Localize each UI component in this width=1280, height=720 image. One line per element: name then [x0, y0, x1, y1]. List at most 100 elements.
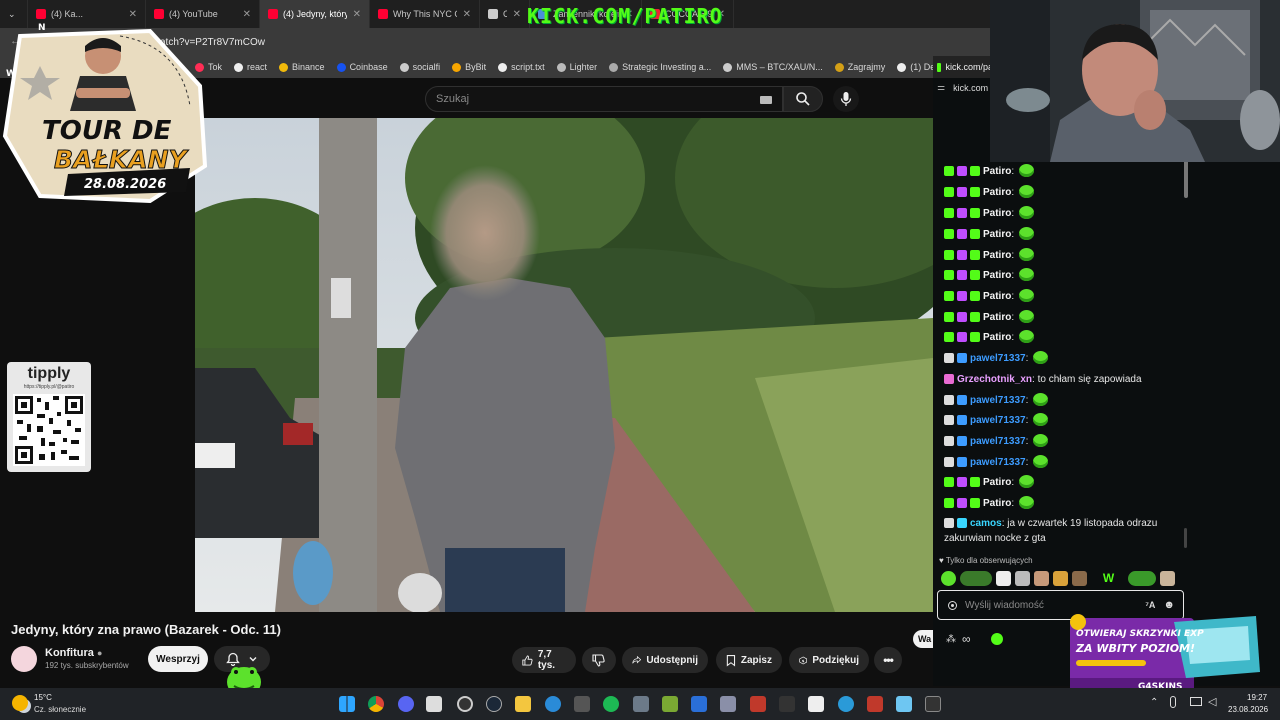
voice-search-button[interactable]	[833, 86, 859, 112]
share-button[interactable]: Udostępnij	[622, 647, 708, 673]
chat-username[interactable]: Patiro	[983, 166, 1011, 177]
emote[interactable]	[1072, 571, 1087, 586]
app-icon[interactable]	[750, 696, 766, 712]
chrome-icon[interactable]	[368, 696, 384, 712]
more-actions-button[interactable]: •••	[874, 647, 902, 673]
chat-message: Patiro:	[944, 268, 1182, 283]
dislike-button[interactable]	[582, 647, 616, 673]
bookmark-item[interactable]: Zagrajmy	[834, 62, 885, 72]
chat-username[interactable]: Patiro	[983, 250, 1011, 261]
bookmark-item[interactable]: react	[234, 62, 267, 72]
emote[interactable]	[941, 571, 956, 586]
chat-username[interactable]: Patiro	[983, 270, 1011, 281]
chat-username[interactable]: Patiro	[983, 312, 1011, 323]
video-player[interactable]	[195, 118, 933, 612]
support-button[interactable]: Wesprzyj	[148, 646, 208, 672]
kick-points-icon[interactable]	[990, 633, 1003, 645]
save-button[interactable]: Zapisz	[716, 647, 782, 673]
app-icon[interactable]	[662, 696, 678, 712]
search-icon	[796, 92, 810, 106]
bookmark-item[interactable]: Binance	[279, 62, 325, 72]
clock-time[interactable]: 19:27	[1247, 693, 1267, 702]
app-icon[interactable]	[633, 696, 649, 712]
filter-chip[interactable]: Wa	[913, 630, 935, 648]
chat-username[interactable]: Patiro	[983, 477, 1011, 488]
steam-icon[interactable]	[486, 696, 502, 712]
close-tab-icon[interactable]: ✕	[507, 9, 521, 20]
user-badges	[944, 208, 980, 218]
clock-date[interactable]: 23.08.2026	[1228, 705, 1268, 714]
emote[interactable]	[1160, 571, 1175, 586]
chat-username[interactable]: Patiro	[983, 187, 1011, 198]
edge-icon[interactable]	[545, 696, 561, 712]
search-button[interactable]	[783, 86, 823, 112]
close-tab-icon[interactable]: ✕	[237, 9, 251, 20]
chat-username[interactable]: Grzechotnik_xn	[957, 374, 1032, 385]
discord-icon[interactable]	[398, 696, 414, 712]
settings-icon[interactable]: ⁂	[946, 634, 956, 645]
chat-username[interactable]: Patiro	[983, 229, 1011, 240]
chat-username[interactable]: Patiro	[983, 332, 1011, 343]
bookmark-item[interactable]: Lighter	[556, 62, 597, 72]
chat-username[interactable]: camos	[970, 518, 1002, 529]
browser-tab[interactable]: CYBERLEE✕	[480, 0, 530, 28]
emote[interactable]	[1034, 571, 1049, 586]
keyboard-icon[interactable]	[760, 96, 772, 104]
chevron-up-icon[interactable]: ⌃	[1150, 697, 1158, 708]
browser-tab[interactable]: (4) Jedyny, który ✕	[260, 0, 370, 28]
emote[interactable]	[1128, 571, 1156, 586]
chat-username[interactable]: pawel71337	[970, 457, 1026, 468]
chat-username[interactable]: Patiro	[983, 498, 1011, 509]
close-tab-icon[interactable]: ✕	[347, 9, 361, 20]
chat-scrollbar-thumb[interactable]	[1184, 528, 1187, 548]
chat-username[interactable]: Patiro	[983, 291, 1011, 302]
chat-scrollbar[interactable]	[1184, 160, 1188, 198]
chat-username[interactable]: pawel71337	[970, 353, 1026, 364]
notepad-icon[interactable]	[896, 696, 912, 712]
emote[interactable]	[996, 571, 1011, 586]
chat-username[interactable]: pawel71337	[970, 436, 1026, 447]
terminal-icon[interactable]	[925, 696, 941, 712]
chat-username[interactable]: Patiro	[983, 208, 1011, 219]
thanks-button[interactable]: $ Podziękuj	[789, 647, 869, 673]
obs-icon[interactable]	[457, 696, 473, 712]
kick-tab[interactable]: kick.com/pa	[933, 56, 993, 78]
close-tab-icon[interactable]: ✕	[457, 9, 471, 20]
app-icon[interactable]	[574, 696, 590, 712]
spotify-icon[interactable]	[603, 696, 619, 712]
app-icon[interactable]	[808, 696, 824, 712]
chat-username[interactable]: pawel71337	[970, 395, 1026, 406]
channel-name[interactable]: Konfitura ●	[45, 647, 102, 659]
bookmark-item[interactable]: socialfi	[399, 62, 440, 72]
weather-icon[interactable]	[12, 695, 28, 711]
emote[interactable]	[1053, 571, 1068, 586]
infinity-icon[interactable]: ∞	[962, 632, 971, 646]
microphone-tray-icon[interactable]	[1170, 696, 1176, 708]
app-icon[interactable]	[838, 696, 854, 712]
bookmark-item[interactable]: MMS – BTC/XAU/N...	[723, 62, 823, 72]
browser-tab[interactable]: Why This NYC Cy✕	[370, 0, 480, 28]
volume-icon[interactable]: ◁	[1208, 695, 1216, 708]
app-icon[interactable]	[867, 696, 883, 712]
start-icon[interactable]	[339, 696, 355, 712]
chat-username[interactable]: pawel71337	[970, 415, 1026, 426]
folder-icon[interactable]	[515, 696, 531, 712]
app-icon[interactable]	[720, 696, 736, 712]
emote[interactable]	[1015, 571, 1030, 586]
app-icon[interactable]	[426, 696, 442, 712]
emote[interactable]	[960, 571, 992, 586]
translate-icon[interactable]: ⁷A	[1145, 600, 1155, 610]
network-icon[interactable]	[1190, 697, 1202, 706]
bookmark-item[interactable]: Strategic Investing a...	[609, 62, 711, 72]
channel-avatar[interactable]	[11, 646, 37, 672]
bookmark-item[interactable]: ByBit	[452, 62, 486, 72]
app-icon[interactable]	[691, 696, 707, 712]
emote[interactable]: W	[1101, 571, 1116, 586]
bookmark-item[interactable]: script.txt	[498, 62, 545, 72]
kick-address-bar[interactable]: ⚌ kick.com	[937, 82, 988, 93]
rl-icon[interactable]	[779, 696, 795, 712]
emoji-icon[interactable]: ☻	[1163, 599, 1175, 611]
like-button[interactable]: 7,7 tys.	[512, 647, 576, 673]
search-input[interactable]: Szukaj	[425, 86, 783, 112]
bookmark-item[interactable]: Coinbase	[336, 62, 388, 72]
